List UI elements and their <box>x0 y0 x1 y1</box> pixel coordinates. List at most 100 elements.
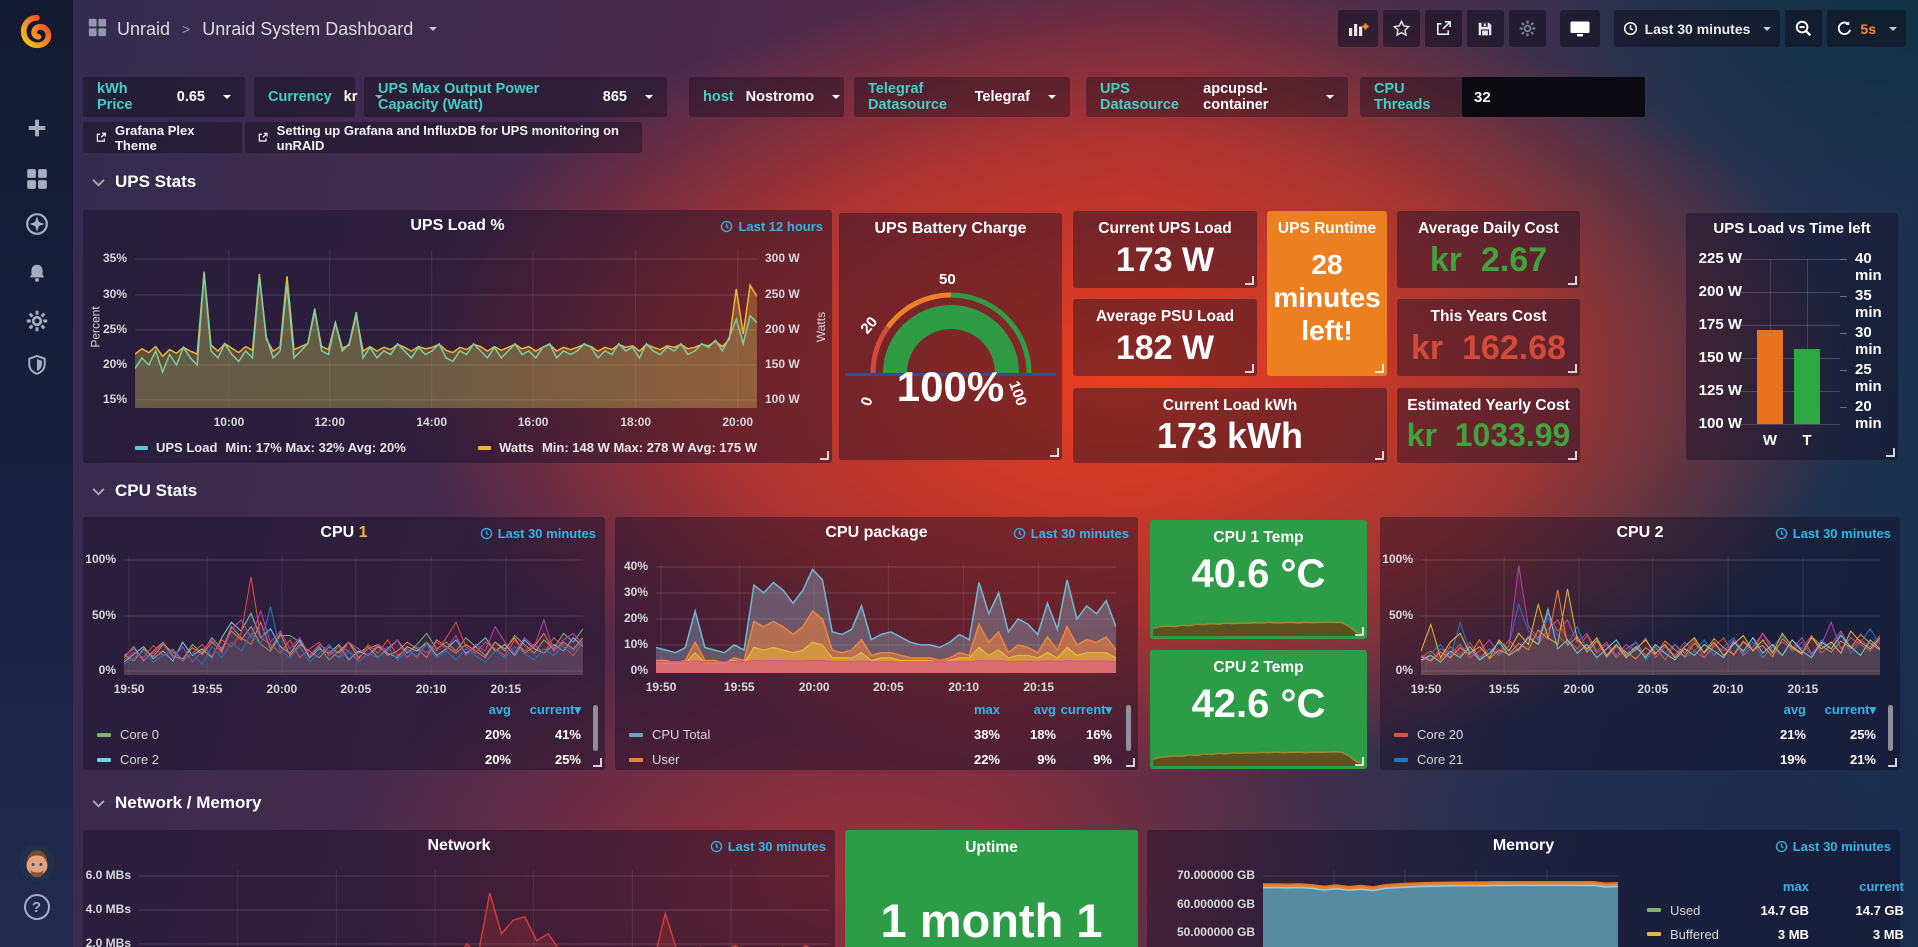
legend-sort-header[interactable]: max <box>1719 879 1809 894</box>
legend-value: 9% <box>1056 752 1112 767</box>
stat-value: 40.6 °C <box>1150 552 1367 597</box>
legend-sort-header[interactable]: current▾ <box>1056 702 1112 718</box>
tick-label: 4.0 MBs <box>86 902 131 916</box>
variable-kwh-price[interactable]: kWh Price0.65 <box>83 77 245 117</box>
time-override[interactable]: Last 30 minutes <box>710 839 826 854</box>
breadcrumb-root[interactable]: Unraid <box>117 19 170 40</box>
legend-series-label[interactable]: CPU Total <box>629 727 944 742</box>
refresh-interval[interactable]: 5s <box>1860 21 1876 37</box>
legend-series-label[interactable]: Buffered <box>1647 927 1719 942</box>
legend-scrollbar[interactable] <box>1126 705 1131 751</box>
external-link-icon <box>257 131 269 144</box>
legend-series-label[interactable]: User <box>629 752 944 767</box>
stat-title[interactable]: CPU 2 Temp <box>1150 659 1367 677</box>
breadcrumb-current[interactable]: Unraid System Dashboard <box>202 19 413 40</box>
legend-item[interactable]: WattsMin: 148 W Max: 278 W Avg: 175 W <box>478 440 757 455</box>
stat-title[interactable]: CPU 1 Temp <box>1150 529 1367 547</box>
link-ups-monitoring-guide[interactable]: Setting up Grafana and InfluxDB for UPS … <box>245 122 642 153</box>
legend-value: 18% <box>1000 727 1056 742</box>
legend-value: 25% <box>511 752 581 767</box>
help-icon[interactable]: ? <box>0 893 73 921</box>
bar-W[interactable] <box>1757 330 1783 424</box>
legend-series-label[interactable]: Core 20 <box>1394 727 1736 742</box>
grafana-logo-icon[interactable] <box>0 8 73 56</box>
link-grafana-plex-theme[interactable]: Grafana Plex Theme <box>83 122 242 153</box>
user-avatar[interactable] <box>0 845 73 881</box>
tick-label: 50% <box>92 608 116 622</box>
stat-title[interactable]: UPS Runtime <box>1267 220 1387 238</box>
configuration-gear-icon[interactable] <box>0 308 73 334</box>
variable-telegraf-datasource[interactable]: Telegraf DatasourceTelegraf <box>854 77 1070 117</box>
clock-icon <box>1775 527 1788 540</box>
cpu-threads-input[interactable] <box>1462 77 1645 117</box>
variable-currency[interactable]: Currencykr <box>254 77 355 117</box>
stat-value: 182 W <box>1073 329 1257 368</box>
bar-T[interactable] <box>1794 349 1820 424</box>
tick-label: 20:00 <box>799 680 830 694</box>
section-ups-stats[interactable]: UPS Stats <box>92 172 196 192</box>
explore-compass-icon[interactable] <box>0 211 73 237</box>
variable-host[interactable]: hostNostromo <box>689 77 844 117</box>
server-admin-shield-icon[interactable] <box>0 352 73 378</box>
panel-average-psu-load: Average PSU Load 182 W <box>1073 299 1257 376</box>
legend-sort-header[interactable]: avg <box>1000 702 1056 717</box>
legend-sort-header[interactable]: current▾ <box>511 702 581 718</box>
cpu1-chart[interactable] <box>124 556 583 675</box>
dashboards-icon[interactable] <box>0 166 73 192</box>
star-button[interactable] <box>1383 10 1420 47</box>
chevron-down-icon[interactable] <box>429 27 437 31</box>
stat-title[interactable]: Average PSU Load <box>1073 308 1257 326</box>
time-override[interactable]: Last 30 minutes <box>1013 526 1129 541</box>
time-override[interactable]: Last 30 minutes <box>480 526 596 541</box>
time-override[interactable]: Last 30 minutes <box>1775 526 1891 541</box>
legend-scrollbar[interactable] <box>593 705 598 751</box>
panel-ups-load: UPS Load % Last 12 hours Percent Watts U… <box>83 210 832 463</box>
section-cpu-stats[interactable]: CPU Stats <box>92 481 197 501</box>
time-range-picker[interactable]: Last 30 minutes <box>1614 10 1781 47</box>
legend-series-label[interactable]: Used <box>1647 903 1719 918</box>
battery-gauge[interactable] <box>839 213 1062 460</box>
variable-ups-max-output[interactable]: UPS Max Output Power Capacity (Watt)865 <box>364 77 667 117</box>
add-panel-button[interactable] <box>1338 10 1378 47</box>
legend-sort-header[interactable]: max <box>944 702 1000 717</box>
network-chart[interactable] <box>139 870 829 947</box>
time-override[interactable]: Last 30 minutes <box>1775 839 1891 854</box>
panel-title[interactable]: UPS Load vs Time left <box>1686 220 1898 237</box>
dashboards-grid-icon[interactable] <box>87 17 107 42</box>
load-time-bar-gauge[interactable] <box>1752 259 1826 424</box>
legend-series-label[interactable]: Core 21 <box>1394 752 1736 767</box>
save-button[interactable] <box>1467 10 1504 47</box>
stat-title[interactable]: Average Daily Cost <box>1397 220 1580 238</box>
legend-sort-header[interactable]: current▾ <box>1806 702 1876 718</box>
stat-title[interactable]: Estimated Yearly Cost <box>1397 397 1580 415</box>
legend-value: 3 MB <box>1719 927 1809 942</box>
stat-title[interactable]: Current UPS Load <box>1073 220 1257 238</box>
stat-title[interactable]: Uptime <box>845 839 1138 857</box>
zoom-out-button[interactable] <box>1785 10 1822 47</box>
legend-series-label[interactable]: Core 0 <box>97 727 441 742</box>
ups-load-chart[interactable] <box>135 250 757 408</box>
legend-item[interactable]: UPS LoadMin: 17% Max: 32% Avg: 20% <box>135 440 406 455</box>
tick-label: 40 min <box>1855 250 1898 284</box>
tv-cycle-button[interactable] <box>1560 10 1600 47</box>
variable-ups-datasource[interactable]: UPS Datasourceapcupsd-container <box>1086 77 1348 117</box>
stat-value: kr 2.67 <box>1397 241 1580 280</box>
memory-chart[interactable] <box>1263 870 1618 947</box>
cpu2-chart[interactable] <box>1421 556 1880 675</box>
tick-label: 100 W <box>765 392 800 406</box>
section-network-memory[interactable]: Network / Memory <box>92 793 261 813</box>
stat-title[interactable]: This Years Cost <box>1397 308 1580 326</box>
cpu-package-chart[interactable] <box>656 563 1116 673</box>
settings-gear-button[interactable] <box>1509 10 1546 47</box>
legend-sort-header[interactable]: avg <box>1736 702 1806 717</box>
alerting-bell-icon[interactable] <box>0 260 73 286</box>
time-override[interactable]: Last 12 hours <box>720 219 823 234</box>
create-plus-icon[interactable] <box>0 115 73 141</box>
stat-title[interactable]: Current Load kWh <box>1073 397 1387 415</box>
legend-scrollbar[interactable] <box>1888 705 1893 751</box>
legend-series-label[interactable]: Core 2 <box>97 752 441 767</box>
legend-sort-header[interactable]: current <box>1809 879 1904 894</box>
legend-sort-header[interactable]: avg <box>441 702 511 717</box>
share-button[interactable] <box>1425 10 1462 47</box>
refresh-button[interactable]: 5s <box>1827 10 1906 47</box>
